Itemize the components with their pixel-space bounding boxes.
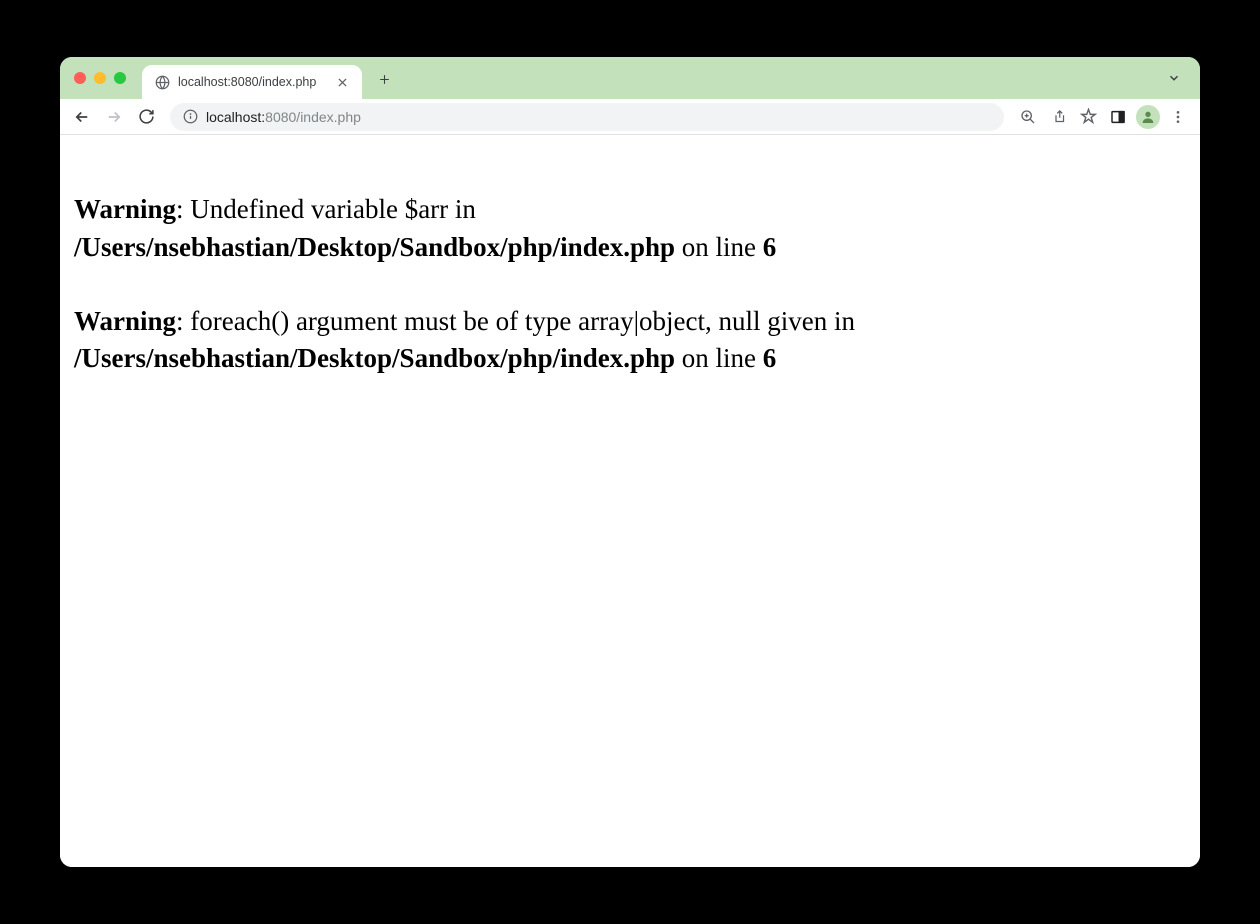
- maximize-window-button[interactable]: [114, 72, 126, 84]
- toolbar: localhost:8080/index.php: [60, 99, 1200, 135]
- reload-button[interactable]: [132, 103, 160, 131]
- warning-label: Warning: [74, 194, 176, 224]
- page-content: Warning: Undefined variable $arr in /Use…: [60, 135, 1200, 867]
- forward-button[interactable]: [100, 103, 128, 131]
- url-host: localhost:: [206, 109, 265, 125]
- warning-label: Warning: [74, 306, 176, 336]
- side-panel-icon[interactable]: [1104, 103, 1132, 131]
- site-info-icon[interactable]: [182, 109, 198, 125]
- close-window-button[interactable]: [74, 72, 86, 84]
- warning-message: : Undefined variable $arr in: [176, 194, 476, 224]
- warning-line-number: 6: [763, 232, 777, 262]
- globe-icon: [154, 74, 170, 90]
- new-tab-button[interactable]: [370, 65, 398, 93]
- tabs-dropdown-button[interactable]: [1162, 66, 1186, 90]
- warning-line-number: 6: [763, 343, 777, 373]
- close-tab-button[interactable]: [334, 74, 350, 90]
- tab-title: localhost:8080/index.php: [178, 75, 326, 89]
- address-bar[interactable]: localhost:8080/index.php: [170, 103, 1004, 131]
- php-warning: Warning: foreach() argument must be of t…: [74, 303, 1186, 379]
- url-text: localhost:8080/index.php: [206, 109, 361, 125]
- warning-on-line: on line: [675, 343, 763, 373]
- back-button[interactable]: [68, 103, 96, 131]
- browser-window: localhost:8080/index.php localhost:80: [60, 57, 1200, 867]
- minimize-window-button[interactable]: [94, 72, 106, 84]
- share-icon[interactable]: [1044, 103, 1072, 131]
- toolbar-actions: [1014, 103, 1192, 131]
- zoom-icon[interactable]: [1014, 103, 1042, 131]
- bookmark-icon[interactable]: [1074, 103, 1102, 131]
- profile-avatar[interactable]: [1136, 105, 1160, 129]
- warning-file: /Users/nsebhastian/Desktop/Sandbox/php/i…: [74, 232, 675, 262]
- warning-file: /Users/nsebhastian/Desktop/Sandbox/php/i…: [74, 343, 675, 373]
- warning-on-line: on line: [675, 232, 763, 262]
- menu-icon[interactable]: [1164, 103, 1192, 131]
- warning-message: : foreach() argument must be of type arr…: [176, 306, 855, 336]
- window-controls: [74, 72, 126, 84]
- url-path: 8080/index.php: [265, 109, 361, 125]
- browser-tab[interactable]: localhost:8080/index.php: [142, 65, 362, 99]
- tab-bar: localhost:8080/index.php: [60, 57, 1200, 99]
- php-warning: Warning: Undefined variable $arr in /Use…: [74, 191, 1186, 267]
